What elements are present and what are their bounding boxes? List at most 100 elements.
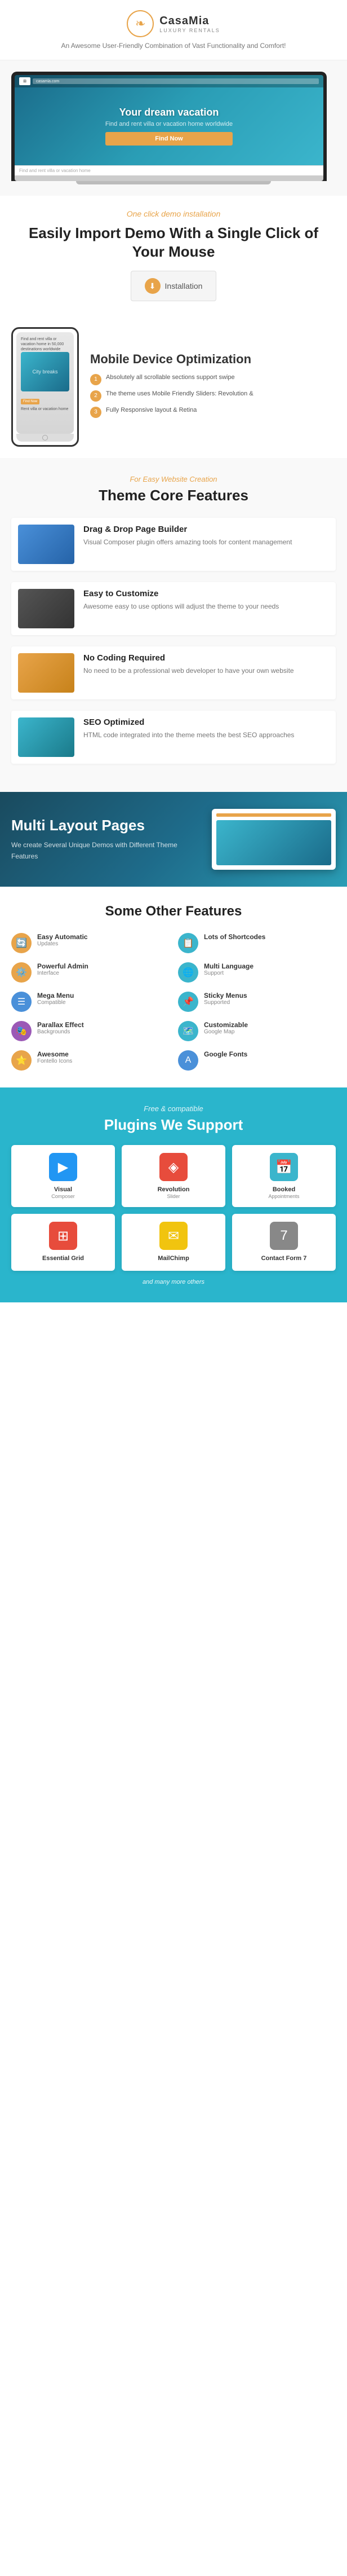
- demo-section: One click demo installation Easily Impor…: [0, 196, 347, 316]
- other-feat-icon-5: 📌: [178, 992, 198, 1012]
- plugin-name-5: Contact Form 7: [240, 1254, 328, 1262]
- feature-name-1: Easy to Customize: [83, 589, 329, 598]
- plugins-section: Free & compatible Plugins We Support ▶ V…: [0, 1087, 347, 1302]
- mobile-num-1: 2: [90, 390, 101, 402]
- feature-info-3: SEO Optimized HTML code integrated into …: [83, 717, 329, 740]
- logo-icon: ❧: [135, 16, 145, 31]
- other-feat-sub-5: Supported: [204, 999, 247, 1006]
- plugin-name-0: Visual: [19, 1186, 107, 1194]
- other-feat-sub-4: Compatible: [37, 999, 74, 1006]
- install-label: Installation: [165, 281, 203, 290]
- multi-text: Multi Layout Pages We create Several Uni…: [11, 817, 201, 862]
- other-feat-name-5: Sticky Menus: [204, 992, 247, 999]
- feature-desc-3: HTML code integrated into the theme meet…: [83, 730, 329, 740]
- plugin-name-4: MailChimp: [130, 1254, 217, 1262]
- other-feat-name-2: Powerful Admin: [37, 962, 88, 970]
- other-feat-name-1: Lots of Shortcodes: [204, 933, 265, 941]
- laptop-wrapper: ⊞ casamia.com Your dream vacation Find a…: [11, 72, 336, 184]
- other-features-grid: 🔄 Easy Automatic Updates 📋 Lots of Short…: [11, 933, 336, 1071]
- feature-item-1: Easy to Customize Awesome easy to use op…: [11, 582, 336, 635]
- plugin-sub-2: Appointments: [240, 1194, 328, 1199]
- plugins-title: Plugins We Support: [11, 1116, 336, 1134]
- other-feat-info-5: Sticky Menus Supported: [204, 992, 247, 1006]
- laptop-base: [15, 175, 323, 181]
- other-feat-icon-8: ⭐: [11, 1050, 32, 1071]
- other-feat-8: ⭐ Awesome Fontello Icons: [11, 1050, 169, 1071]
- mobile-num-2: 3: [90, 407, 101, 418]
- laptop-search-bar: Find and rent villa or vacation home: [15, 165, 323, 175]
- other-feat-name-3: Multi Language: [204, 962, 253, 970]
- other-feat-icon-2: ⚙️: [11, 962, 32, 983]
- other-feat-info-8: Awesome Fontello Icons: [37, 1050, 72, 1064]
- other-feat-sub-0: Updates: [37, 941, 88, 947]
- plugin-sub-1: Slider: [130, 1194, 217, 1199]
- feature-name-2: No Coding Required: [83, 653, 329, 663]
- other-features-section: Some Other Features 🔄 Easy Automatic Upd…: [0, 887, 347, 1087]
- plugin-card-3: ⊞ Essential Grid: [11, 1214, 115, 1270]
- laptop-foot: [76, 181, 271, 184]
- feature-thumb-1: [18, 589, 74, 628]
- features-title: Theme Core Features: [11, 487, 336, 504]
- other-feat-info-3: Multi Language Support: [204, 962, 253, 976]
- other-feat-info-7: Customizable Google Map: [204, 1021, 248, 1035]
- header: ❧ CasaMia LUXURY RENTALS An Awesome User…: [0, 0, 347, 60]
- other-feat-icon-3: 🌐: [178, 962, 198, 983]
- phone-text-2: Rent villa or vacation home: [21, 407, 69, 412]
- features-list: Drag & Drop Page Builder Visual Composer…: [11, 518, 336, 764]
- logo-text: CasaMia LUXURY RENTALS: [159, 15, 220, 33]
- other-feat-icon-9: A: [178, 1050, 198, 1071]
- header-tagline: An Awesome User-Friendly Combination of …: [61, 42, 286, 50]
- other-feat-info-6: Parallax Effect Backgrounds: [37, 1021, 84, 1035]
- other-feat-info-0: Easy Automatic Updates: [37, 933, 88, 947]
- feature-item-3: SEO Optimized HTML code integrated into …: [11, 711, 336, 764]
- feature-thumb-0: [18, 525, 74, 564]
- features-section: For Easy Website Creation Theme Core Fea…: [0, 458, 347, 792]
- logo-name: CasaMia: [159, 15, 220, 28]
- logo-area: ❧ CasaMia LUXURY RENTALS: [127, 10, 220, 37]
- other-title: Some Other Features: [11, 904, 336, 919]
- other-feat-icon-7: 🗺️: [178, 1021, 198, 1041]
- laptop-mockup: ⊞ casamia.com Your dream vacation Find a…: [11, 72, 327, 181]
- mobile-num-0: 1: [90, 374, 101, 385]
- feature-thumb-3: [18, 717, 74, 757]
- phone-mockup: Find and rent villa or vacation home in …: [11, 327, 79, 447]
- mobile-item-2: 3 Fully Responsive layout & Retina: [90, 406, 336, 418]
- phone-home-circle: [42, 435, 48, 441]
- laptop-section: ⊞ casamia.com Your dream vacation Find a…: [0, 60, 347, 196]
- other-feat-name-9: Google Fonts: [204, 1050, 247, 1058]
- laptop-screen-text: Your dream vacation: [105, 107, 233, 118]
- laptop-screen: ⊞ casamia.com Your dream vacation Find a…: [15, 75, 323, 165]
- other-feat-2: ⚙️ Powerful Admin Interface: [11, 962, 169, 983]
- other-feat-sub-7: Google Map: [204, 1029, 248, 1035]
- multi-layout-section: Multi Layout Pages We create Several Uni…: [0, 792, 347, 887]
- features-italic-label: For Easy Website Creation: [11, 475, 336, 483]
- plugin-card-1: ◈ Revolution Slider: [122, 1145, 225, 1207]
- plugin-icon-2: 📅: [270, 1153, 298, 1181]
- install-btn-wrapper: ⬇ Installation: [11, 271, 336, 307]
- install-button[interactable]: ⬇ Installation: [131, 271, 217, 301]
- other-feat-info-2: Powerful Admin Interface: [37, 962, 88, 976]
- other-feat-name-6: Parallax Effect: [37, 1021, 84, 1029]
- phone-home-btn: [16, 434, 74, 442]
- laptop-screen-btn: Find Now: [105, 132, 233, 146]
- other-feat-sub-3: Support: [204, 970, 253, 976]
- demo-italic-label: One click demo installation: [11, 209, 336, 218]
- other-feat-info-9: Google Fonts: [204, 1050, 247, 1058]
- other-feat-1: 📋 Lots of Shortcodes: [178, 933, 336, 953]
- phone-image: City breaks: [21, 352, 69, 391]
- other-feat-5: 📌 Sticky Menus Supported: [178, 992, 336, 1012]
- plugins-grid: ▶ Visual Composer ◈ Revolution Slider 📅 …: [11, 1145, 336, 1271]
- plugin-name-2: Booked: [240, 1186, 328, 1194]
- plugin-card-0: ▶ Visual Composer: [11, 1145, 115, 1207]
- feature-info-2: No Coding Required No need to be a profe…: [83, 653, 329, 676]
- feature-item-0: Drag & Drop Page Builder Visual Composer…: [11, 518, 336, 571]
- other-feat-7: 🗺️ Customizable Google Map: [178, 1021, 336, 1041]
- plugins-italic-label: Free & compatible: [11, 1104, 336, 1113]
- other-feat-sub-6: Backgrounds: [37, 1029, 84, 1035]
- install-icon: ⬇: [145, 278, 161, 294]
- plugins-footer: and many more others: [11, 1279, 336, 1285]
- other-feat-name-7: Customizable: [204, 1021, 248, 1029]
- phone-screen: Find and rent villa or vacation home in …: [16, 332, 74, 434]
- mobile-item-text-0: Absolutely all scrollable sections suppo…: [106, 373, 235, 382]
- other-feat-name-8: Awesome: [37, 1050, 72, 1058]
